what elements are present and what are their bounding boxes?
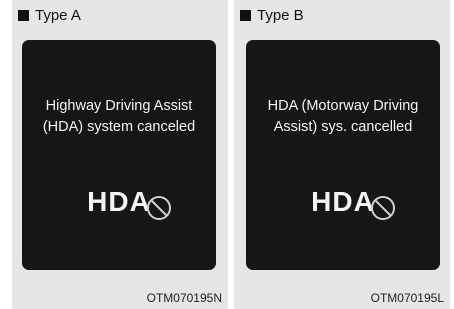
message-line: Highway Driving Assist <box>45 98 193 114</box>
cancel-message: HDA (Motorway Driving Assist) sys. cance… <box>246 96 440 138</box>
figure-code: OTM070195N <box>146 291 222 305</box>
cancel-circle-icon <box>370 196 395 220</box>
cluster-display: Highway Driving Assist (HDA) system canc… <box>22 40 216 270</box>
type-label-text: Type A <box>35 7 81 24</box>
message-line: (HDA) system canceled <box>42 119 196 135</box>
bullet-square-icon <box>240 10 251 21</box>
panel-type-a: Type A Highway Driving Assist (HDA) syst… <box>12 0 228 309</box>
cancel-message: Highway Driving Assist (HDA) system canc… <box>22 96 216 138</box>
type-label-text: Type B <box>257 7 304 24</box>
cluster-display: HDA (Motorway Driving Assist) sys. cance… <box>246 40 440 270</box>
type-label: Type A <box>18 8 81 23</box>
hda-indicator: HDA <box>246 186 440 220</box>
type-label: Type B <box>240 8 304 23</box>
hda-indicator-text: HDA <box>87 186 151 217</box>
bullet-square-icon <box>18 10 29 21</box>
hda-indicator: HDA <box>22 186 216 220</box>
message-line: HDA (Motorway Driving <box>267 98 419 114</box>
message-line: Assist) sys. cancelled <box>273 119 413 135</box>
figure-code: OTM070195L <box>370 291 444 305</box>
panel-type-b: Type B HDA (Motorway Driving Assist) sys… <box>234 0 450 309</box>
hda-indicator-text: HDA <box>311 186 375 217</box>
cancel-circle-icon <box>146 196 171 220</box>
